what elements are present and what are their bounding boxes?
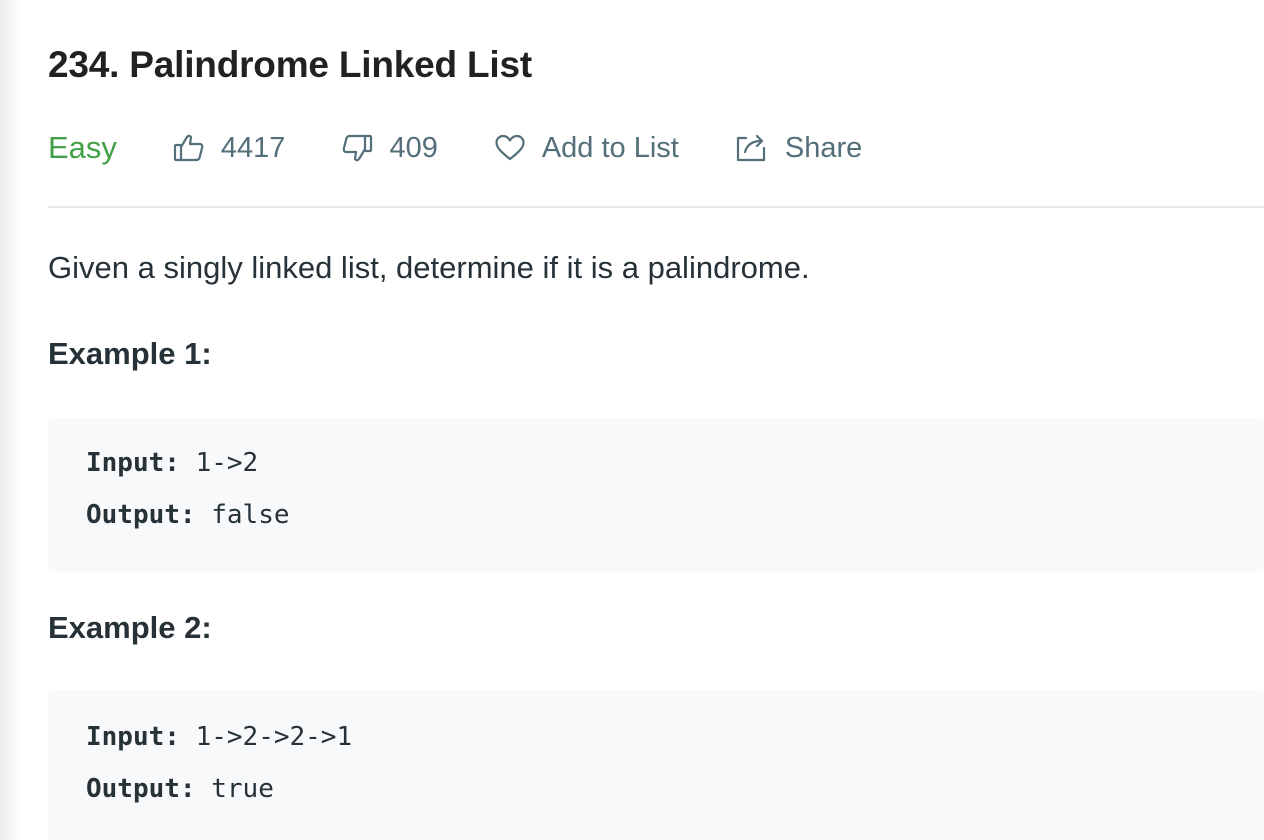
output-value: true [211, 774, 274, 804]
problem-meta-bar: Easy 4417 409 Add to List Share [48, 126, 862, 170]
add-to-list-button[interactable]: Add to List [494, 132, 679, 165]
share-label: Share [784, 131, 863, 164]
like-button[interactable]: 4417 [173, 131, 286, 165]
left-panel-shadow [0, 0, 20, 840]
dislike-count: 409 [389, 131, 438, 164]
input-key: Input: [86, 448, 180, 478]
example-2-output-line: Output: true [86, 774, 274, 804]
output-value: false [211, 500, 290, 530]
dislike-button[interactable]: 409 [341, 131, 438, 165]
input-key: Input: [86, 722, 180, 752]
input-value: 1->2->2->1 [195, 722, 353, 752]
add-to-list-label: Add to List [541, 131, 679, 164]
output-key: Output: [86, 500, 196, 530]
share-icon [735, 133, 769, 163]
input-value: 1->2 [195, 448, 259, 478]
output-key: Output: [86, 774, 196, 804]
example-2-input-line: Input: 1->2->2->1 [86, 722, 352, 752]
thumbs-up-icon [173, 133, 205, 163]
example-1-input-line: Input: 1->2 [86, 448, 258, 478]
difficulty-badge: Easy [48, 130, 117, 165]
heart-icon [494, 134, 526, 162]
example-2-heading: Example 2: [48, 610, 212, 645]
share-button[interactable]: Share [735, 132, 862, 165]
example-2-code-block: Input: 1->2->2->1 Output: true [48, 690, 1264, 840]
example-1-heading: Example 1: [48, 336, 212, 371]
problem-description-panel: 234. Palindrome Linked List Easy 4417 40… [48, 0, 1264, 840]
example-1-code-block: Input: 1->2 Output: false [48, 418, 1264, 572]
problem-description: Given a singly linked list, determine if… [48, 250, 810, 285]
header-divider [48, 206, 1264, 208]
thumbs-down-icon [341, 133, 373, 163]
problem-title: 234. Palindrome Linked List [48, 44, 532, 85]
example-1-output-line: Output: false [86, 500, 290, 530]
like-count: 4417 [220, 131, 286, 164]
